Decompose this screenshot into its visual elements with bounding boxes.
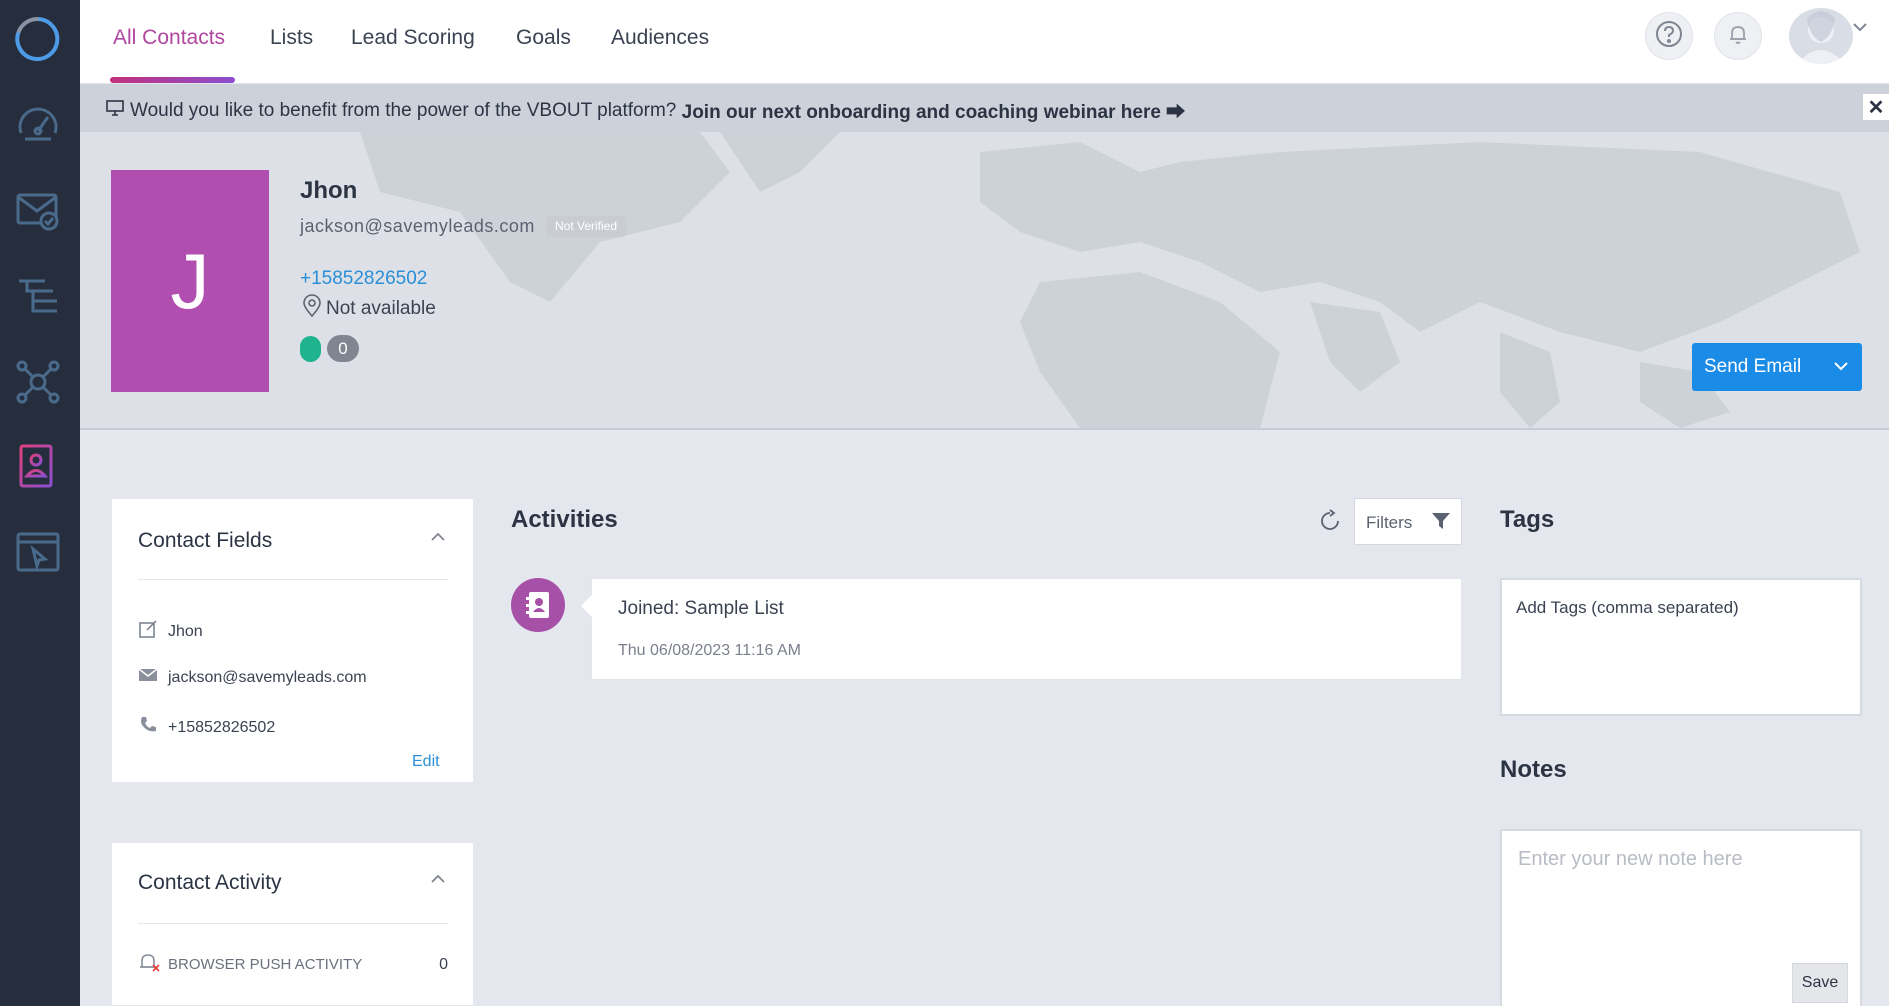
tags-placeholder: Add Tags (comma separated)	[1516, 598, 1739, 617]
email-marketing-icon[interactable]	[12, 184, 64, 236]
funnel-icon	[1431, 511, 1451, 536]
bell-off-icon	[138, 951, 162, 978]
field-value: Jhon	[168, 622, 203, 640]
notes-title: Notes	[1500, 756, 1567, 783]
send-email-button[interactable]: Send Email	[1692, 343, 1862, 391]
help-button[interactable]	[1645, 12, 1693, 60]
save-note-button[interactable]: Save	[1792, 963, 1848, 1003]
verification-badge: Not Verified	[546, 216, 627, 237]
network-icon[interactable]	[12, 356, 64, 408]
field-row-name: Jhon	[138, 619, 203, 644]
contact-activity-title: Contact Activity	[138, 871, 282, 894]
activity-row: BROWSER PUSH ACTIVITY 0	[138, 951, 448, 978]
activities-title: Activities	[511, 506, 618, 533]
contact-activity-card: Contact Activity BROWSER PUSH ACTIVITY 0	[111, 842, 474, 1006]
filters-label: Filters	[1366, 513, 1413, 532]
chevron-down-icon[interactable]	[1832, 357, 1850, 381]
top-navigation: All Contacts Lists Lead Scoring Goals Au…	[80, 0, 1889, 84]
landing-page-icon[interactable]	[12, 526, 64, 578]
tab-lead-scoring[interactable]: Lead Scoring	[351, 26, 475, 50]
map-pin-icon	[302, 294, 322, 324]
field-row-phone: +15852826502	[138, 715, 275, 740]
location-text: Not available	[326, 298, 436, 319]
tags-title: Tags	[1500, 506, 1555, 533]
collapse-caret-icon[interactable]	[431, 871, 445, 889]
phone-icon	[138, 715, 158, 740]
note-textarea[interactable]: Enter your new note here Save	[1500, 829, 1862, 1006]
filters-button[interactable]: Filters	[1354, 498, 1462, 545]
notifications-button[interactable]	[1714, 12, 1762, 60]
collapse-caret-icon[interactable]	[431, 529, 445, 547]
field-value: +15852826502	[168, 718, 276, 736]
close-banner-button[interactable]: ✕	[1863, 94, 1889, 120]
activity-count: 0	[439, 955, 448, 973]
dashboard-gauge-icon[interactable]	[12, 98, 64, 150]
contact-name: Jhon	[300, 177, 358, 204]
monitor-icon	[106, 99, 124, 122]
sidebar	[0, 0, 80, 1006]
contact-header: J Jhon jackson@savemyleads.com Not Verif…	[80, 132, 1889, 430]
score-badge: 0	[327, 335, 359, 362]
edit-icon	[138, 619, 158, 644]
contact-book-icon	[511, 578, 565, 632]
tab-audiences[interactable]: Audiences	[611, 26, 709, 50]
divider	[138, 923, 448, 924]
contact-email: jackson@savemyleads.com	[300, 216, 535, 236]
contacts-icon[interactable]	[12, 440, 64, 492]
contact-avatar: J	[111, 170, 269, 392]
divider	[138, 579, 448, 580]
field-value: jackson@savemyleads.com	[168, 668, 367, 686]
envelope-icon	[138, 667, 158, 688]
refresh-icon[interactable]	[1318, 509, 1342, 538]
tab-goals[interactable]: Goals	[516, 26, 571, 50]
tags-input[interactable]: Add Tags (comma separated)	[1500, 578, 1862, 716]
tab-lists[interactable]: Lists	[270, 26, 313, 50]
activity-timestamp: Thu 06/08/2023 11:16 AM	[618, 642, 801, 659]
edit-fields-link[interactable]: Edit	[412, 753, 440, 771]
tab-all-contacts[interactable]: All Contacts	[113, 26, 225, 50]
banner-text: Would you like to benefit from the power…	[130, 99, 677, 121]
activity-item: Joined: Sample List Thu 06/08/2023 11:16…	[581, 578, 1462, 680]
user-avatar[interactable]	[1789, 8, 1853, 64]
active-tab-indicator	[110, 77, 235, 83]
contact-location: Not available	[302, 294, 436, 324]
activity-label: BROWSER PUSH ACTIVITY	[168, 956, 363, 973]
field-row-email: jackson@savemyleads.com	[138, 667, 367, 688]
contact-fields-title: Contact Fields	[138, 529, 273, 552]
question-circle-icon	[1655, 20, 1683, 53]
logo-icon[interactable]	[13, 15, 61, 63]
bell-icon	[1727, 23, 1749, 50]
status-indicator	[300, 336, 321, 362]
chevron-down-icon[interactable]	[1852, 20, 1868, 38]
send-email-label: Send Email	[1704, 356, 1802, 377]
webinar-link[interactable]: Join our next onboarding and coaching we…	[682, 97, 1186, 124]
activity-text: Joined: Sample List	[618, 598, 784, 619]
contact-fields-card: Contact Fields Jhon jackson@savemyleads.…	[111, 498, 474, 783]
workflow-icon[interactable]	[12, 270, 64, 322]
webinar-banner: Would you like to benefit from the power…	[80, 84, 1889, 132]
contact-phone-link[interactable]: +15852826502	[300, 268, 427, 290]
note-placeholder: Enter your new note here	[1518, 848, 1743, 870]
